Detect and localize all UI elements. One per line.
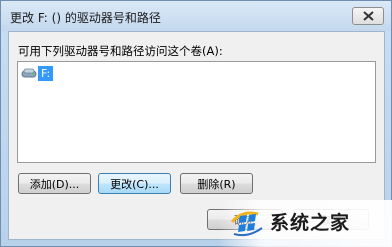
watermark-brand: 系统之家 [270,212,351,234]
title-bar[interactable]: 更改 F: () 的驱动器号和路径 [1,1,391,31]
list-item-label: F: [38,65,54,81]
drive-path-list[interactable]: F: [17,61,376,163]
change-button[interactable]: 更改(C)... [98,173,171,194]
delete-button[interactable]: 删除(R) [180,173,253,194]
close-button[interactable] [352,7,384,25]
add-button[interactable]: 添加(D)... [18,173,91,194]
list-prompt-label: 可用下列驱动器号和路径访问这个卷(A): [18,44,223,58]
watermark: 系统之家 [218,200,392,247]
windows-logo [230,211,263,237]
close-icon [362,11,374,21]
window-title: 更改 F: () 的驱动器号和路径 [10,11,161,25]
list-item[interactable]: F: [21,65,54,81]
drive-icon [21,68,37,78]
